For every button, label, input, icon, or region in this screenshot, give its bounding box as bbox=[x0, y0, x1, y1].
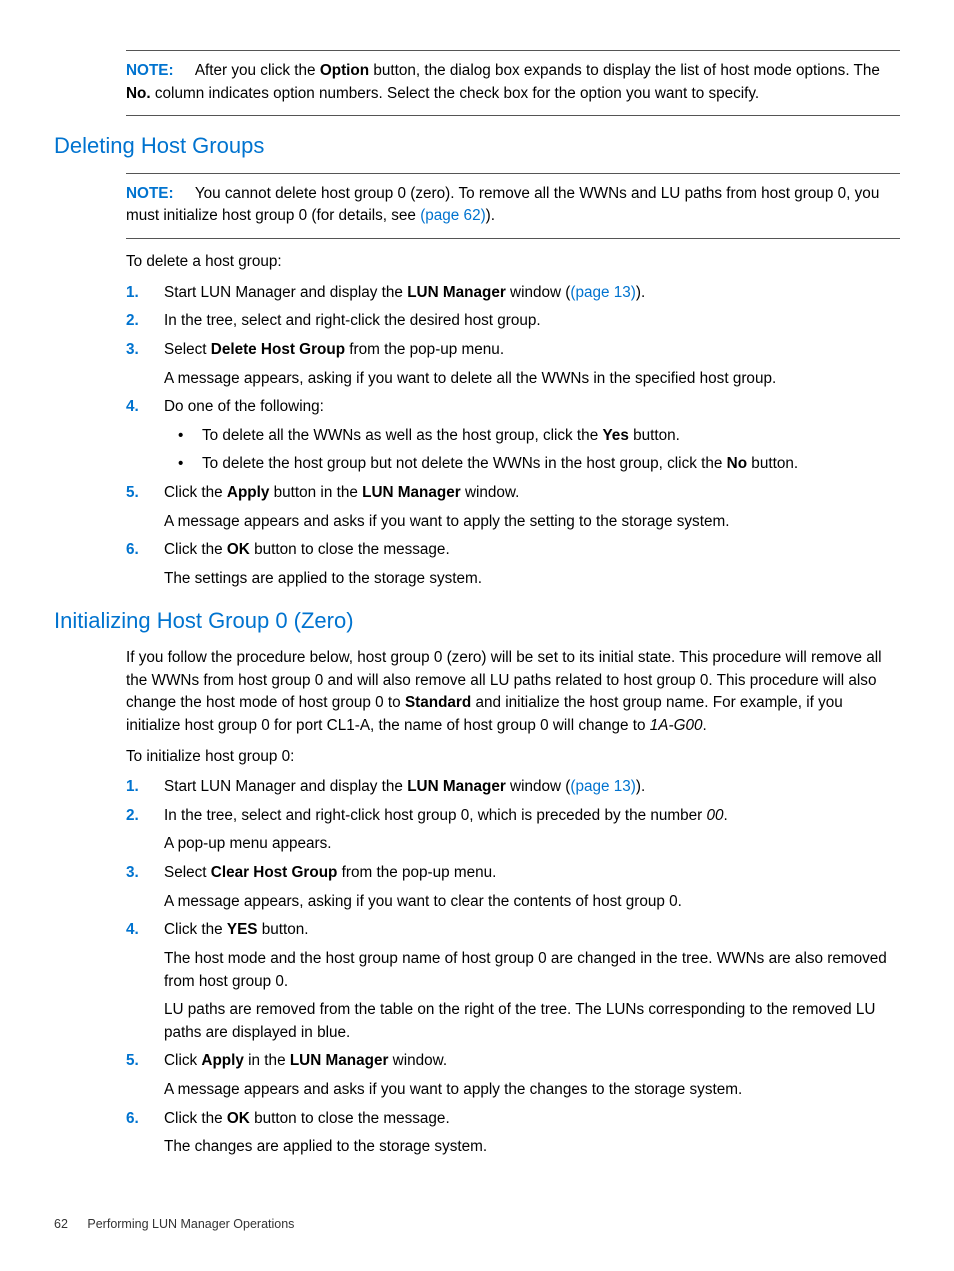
step-4: Click the YES button. The host mode and … bbox=[126, 919, 900, 1044]
step-sub: A pop-up menu appears. bbox=[164, 833, 900, 856]
page-link[interactable]: (page 13) bbox=[570, 778, 635, 795]
note-label: NOTE: bbox=[126, 185, 174, 202]
step-2: In the tree, select and right-click host… bbox=[126, 805, 900, 856]
note-text: After you click the bbox=[195, 62, 320, 79]
section-heading-initializing: Initializing Host Group 0 (Zero) bbox=[54, 605, 900, 638]
note-text: button, the dialog box expands to displa… bbox=[369, 62, 880, 79]
step-sub: A message appears, asking if you want to… bbox=[164, 368, 900, 391]
note-bold: Option bbox=[320, 62, 369, 79]
note-bold: No. bbox=[126, 85, 151, 102]
step-6: Click the OK button to close the message… bbox=[126, 1108, 900, 1159]
step-sub: LU paths are removed from the table on t… bbox=[164, 999, 900, 1044]
note-text: column indicates option numbers. Select … bbox=[151, 85, 760, 102]
section2-body: If you follow the procedure below, host … bbox=[126, 647, 900, 1159]
step-1: Start LUN Manager and display the LUN Ma… bbox=[126, 776, 900, 799]
step-3: Select Clear Host Group from the pop-up … bbox=[126, 862, 900, 913]
note-box-section1: NOTE: You cannot delete host group 0 (ze… bbox=[126, 173, 900, 239]
note-text: You cannot delete host group 0 (zero). T… bbox=[126, 185, 879, 225]
page-footer: 62 Performing LUN Manager Operations bbox=[54, 1215, 294, 1234]
note-text: ). bbox=[486, 207, 495, 224]
step-6: Click the OK button to close the message… bbox=[126, 539, 900, 590]
section1-body: To delete a host group: Start LUN Manage… bbox=[126, 251, 900, 591]
bullet-item: To delete all the WWNs as well as the ho… bbox=[164, 425, 900, 448]
footer-title: Performing LUN Manager Operations bbox=[87, 1217, 294, 1231]
step-4: Do one of the following: To delete all t… bbox=[126, 396, 900, 476]
step-5: Click Apply in the LUN Manager window. A… bbox=[126, 1050, 900, 1101]
step-sub: The host mode and the host group name of… bbox=[164, 948, 900, 993]
page-number: 62 bbox=[54, 1217, 68, 1231]
intro-text: To delete a host group: bbox=[126, 251, 900, 274]
document-page: NOTE: After you click the Option button,… bbox=[0, 0, 954, 1271]
step-sub: The settings are applied to the storage … bbox=[164, 568, 900, 591]
note-box-top: NOTE: After you click the Option button,… bbox=[126, 50, 900, 116]
step-sub: A message appears and asks if you want t… bbox=[164, 1079, 900, 1102]
step-3: Select Delete Host Group from the pop-up… bbox=[126, 339, 900, 390]
intro-text: To initialize host group 0: bbox=[126, 746, 900, 769]
step-sub: A message appears and asks if you want t… bbox=[164, 511, 900, 534]
section-heading-deleting: Deleting Host Groups bbox=[54, 130, 900, 163]
step-sub: The changes are applied to the storage s… bbox=[164, 1136, 900, 1159]
step-1: Start LUN Manager and display the LUN Ma… bbox=[126, 282, 900, 305]
step-5: Click the Apply button in the LUN Manage… bbox=[126, 482, 900, 533]
step-2: In the tree, select and right-click the … bbox=[126, 310, 900, 333]
page-link[interactable]: (page 62) bbox=[420, 207, 485, 224]
note-label: NOTE: bbox=[126, 62, 174, 79]
ordered-steps: Start LUN Manager and display the LUN Ma… bbox=[126, 776, 900, 1159]
bullet-item: To delete the host group but not delete … bbox=[164, 453, 900, 476]
page-link[interactable]: (page 13) bbox=[570, 284, 635, 301]
step-sub: A message appears, asking if you want to… bbox=[164, 891, 900, 914]
ordered-steps: Start LUN Manager and display the LUN Ma… bbox=[126, 282, 900, 591]
bullet-list: To delete all the WWNs as well as the ho… bbox=[164, 425, 900, 476]
intro-paragraph: If you follow the procedure below, host … bbox=[126, 647, 900, 738]
